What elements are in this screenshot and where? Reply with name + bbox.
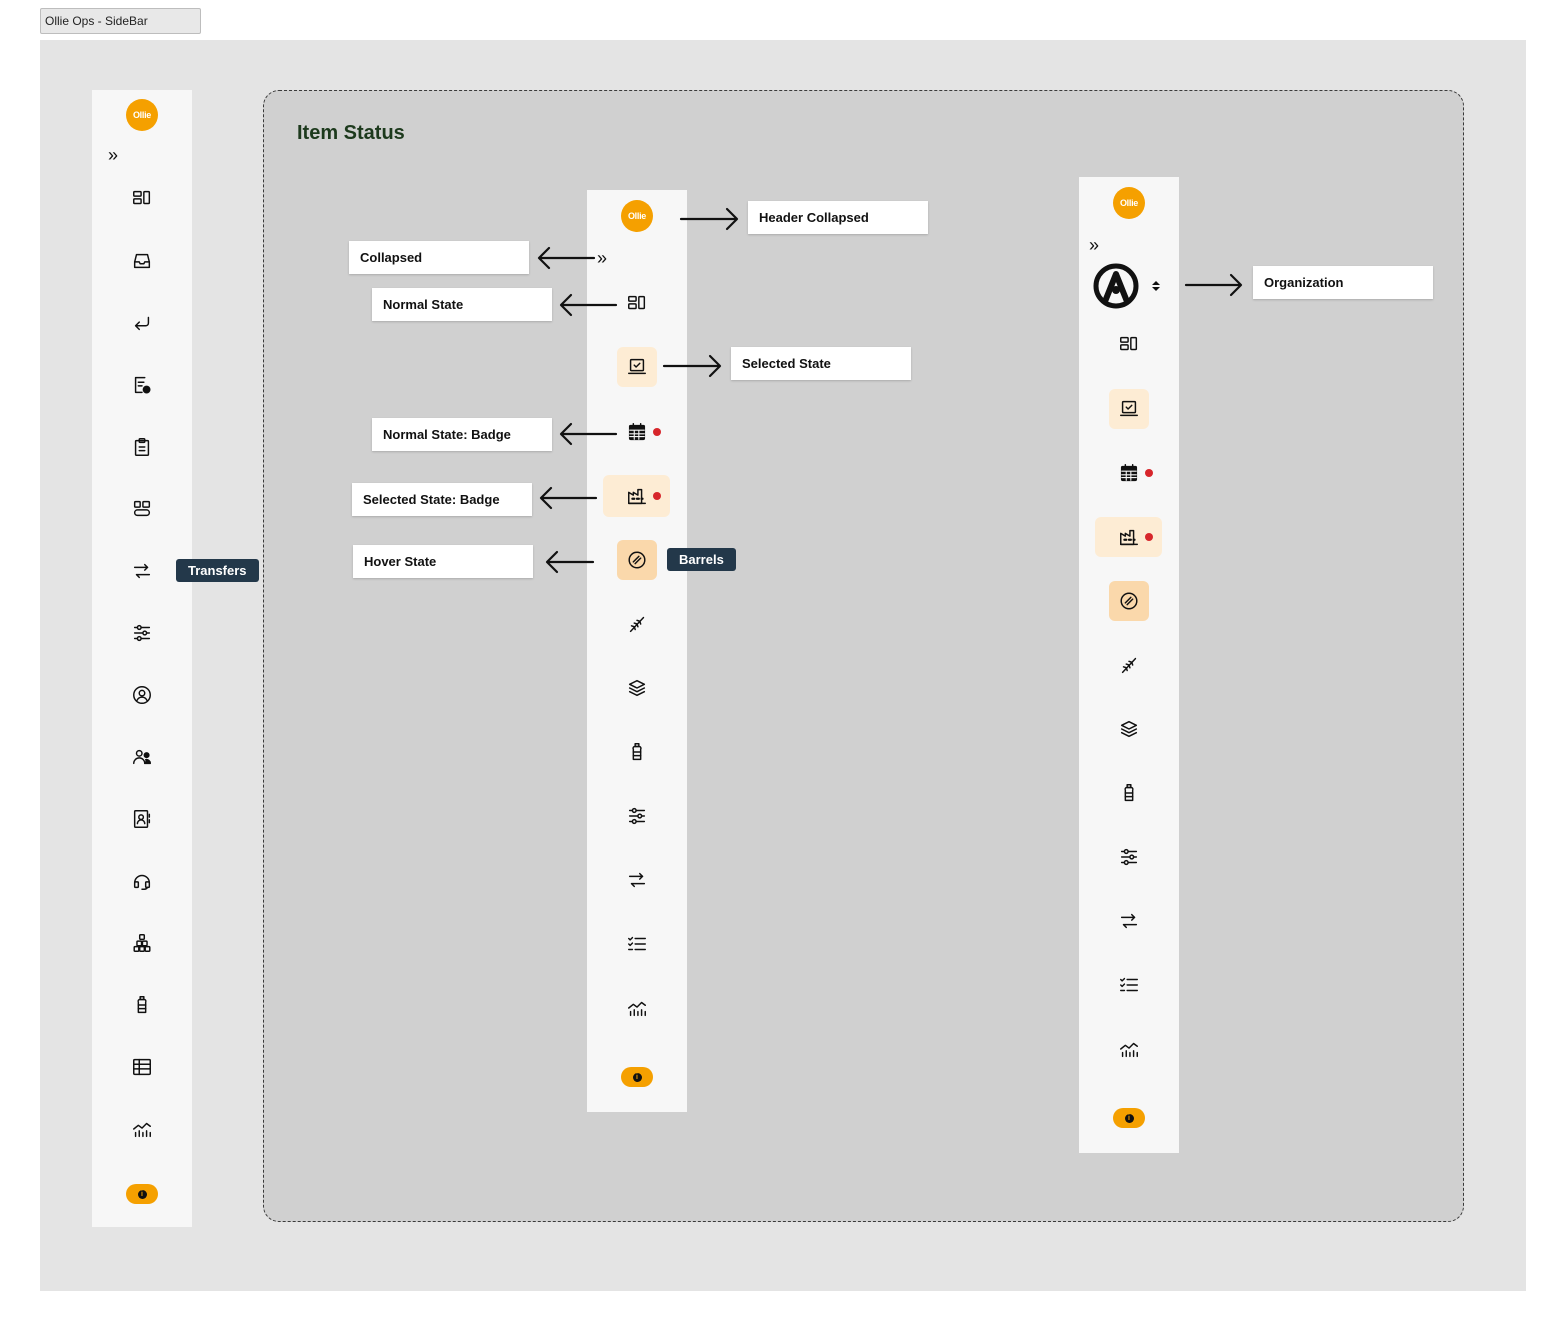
arrow-header-collapsed (679, 207, 739, 231)
arrow-normal-state (559, 293, 618, 317)
badge-dot (1145, 533, 1153, 541)
sliders-icon[interactable] (1109, 837, 1149, 877)
arrow-organization (1184, 273, 1243, 297)
arrow-selected-state (662, 354, 722, 378)
org-switcher-caret-icon[interactable] (1151, 279, 1161, 293)
badge-dot (1145, 469, 1153, 477)
grain-icon[interactable] (1109, 645, 1149, 685)
expand-chevron-icon[interactable]: » (1089, 236, 1099, 254)
arrow-normal-badge (559, 422, 618, 446)
analytics-icon[interactable] (1109, 1029, 1149, 1069)
barrel-icon[interactable] (1109, 581, 1149, 621)
ollie-logo[interactable]: Ollie (1113, 187, 1145, 219)
factory-icon[interactable] (1109, 517, 1149, 557)
bottle-icon[interactable] (1109, 773, 1149, 813)
arrow-selected-badge (539, 486, 598, 510)
organization-logo[interactable] (1092, 262, 1140, 315)
task-check-icon[interactable] (1109, 389, 1149, 429)
annotation-arrows (537, 207, 1243, 574)
calendar-icon[interactable] (1109, 453, 1149, 493)
checklist-icon[interactable] (1109, 965, 1149, 1005)
arrow-collapsed (537, 246, 596, 270)
transfer-icon[interactable] (1109, 901, 1149, 941)
dashboard-icon[interactable] (1109, 324, 1149, 364)
info-pill-icon[interactable]: i (1113, 1108, 1145, 1128)
arrow-hover-state (545, 550, 595, 574)
layers-icon[interactable] (1109, 709, 1149, 749)
